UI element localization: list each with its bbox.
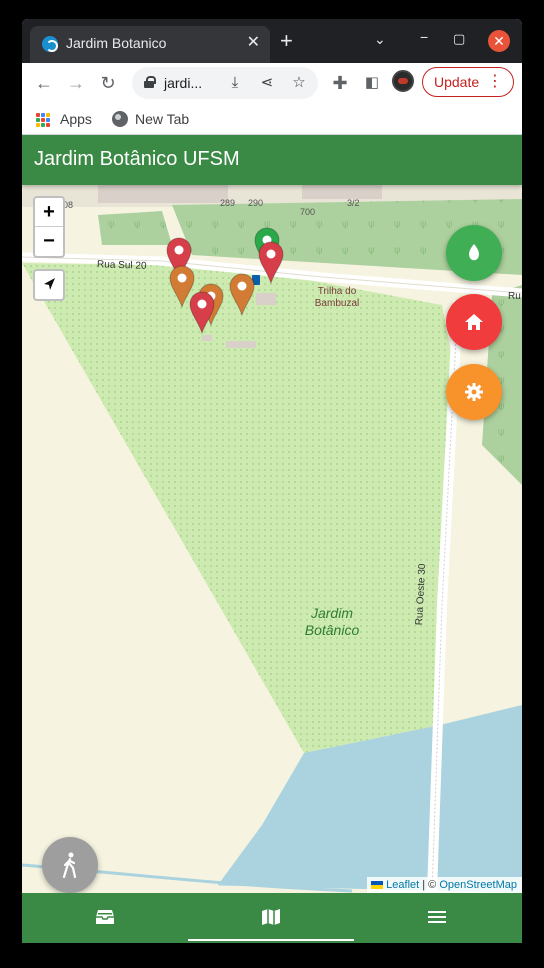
gear-icon [465, 383, 483, 401]
tab-strip: Jardim Botanico ✕ + ⌄ − ▢ ✕ [22, 19, 522, 63]
map-attribution: Leaflet | © OpenStreetMap [367, 877, 522, 893]
browser-toolbar: ← → ↻ jardi... ⤓ ⋖ ☆ ✚ ◧ Update ⋮ [22, 63, 522, 103]
osm-link[interactable]: OpenStreetMap [439, 879, 517, 891]
walking-person-icon [62, 852, 77, 879]
map-icon [262, 909, 280, 925]
update-button[interactable]: Update ⋮ [422, 67, 514, 97]
back-icon[interactable]: ← [32, 71, 56, 95]
browser-tab[interactable]: Jardim Botanico ✕ [30, 26, 270, 63]
url-text: jardi... [164, 75, 203, 91]
globe-icon [112, 111, 128, 127]
share-icon[interactable]: ⋖ [256, 72, 278, 94]
ukraine-flag-icon [371, 881, 384, 889]
forward-icon[interactable]: → [64, 71, 88, 95]
home-icon [465, 314, 483, 330]
marker-layer [166, 227, 284, 335]
new-tab-button[interactable]: + [280, 28, 293, 54]
map-marker-red[interactable] [189, 291, 215, 335]
walking-mode-button[interactable] [42, 837, 98, 893]
plant-fab[interactable] [446, 225, 502, 281]
bookmark-new-tab[interactable]: New Tab [135, 109, 189, 129]
reload-icon[interactable]: ↻ [96, 71, 120, 95]
minimize-icon[interactable]: − [420, 25, 428, 49]
nav-inbox[interactable] [22, 893, 188, 943]
zoom-control: + − [33, 196, 65, 258]
settings-fab[interactable] [446, 364, 502, 420]
attribution-separator: | © [419, 879, 440, 891]
tab-close-icon[interactable]: ✕ [247, 33, 260, 53]
map-marker-orange[interactable] [229, 273, 255, 317]
park-label-line: Jardim [310, 605, 353, 621]
app-title: Jardim Botânico UFSM [34, 148, 240, 170]
park-label-line: Botânico [304, 622, 360, 638]
apps-grid-icon[interactable] [36, 113, 50, 127]
home-fab[interactable] [446, 294, 502, 350]
tab-search-icon[interactable]: ⌄ [374, 27, 386, 51]
install-icon[interactable]: ⤓ [224, 72, 246, 94]
tab-title: Jardim Botanico [66, 35, 167, 51]
extensions-icon[interactable]: ✚ [328, 71, 352, 95]
browser-window: Jardim Botanico ✕ + ⌄ − ▢ ✕ ← → ↻ jardi.… [22, 19, 522, 943]
park-label: Jardim Botânico [292, 605, 372, 639]
lock-icon [144, 76, 156, 88]
navigation-arrow-icon [44, 278, 55, 290]
address-bar[interactable]: jardi... ⤓ ⋖ ☆ [132, 67, 318, 99]
bookmarks-bar: Apps New Tab [22, 103, 522, 135]
profile-avatar[interactable] [392, 70, 414, 92]
inbox-icon [96, 910, 114, 924]
side-panel-icon[interactable]: ◧ [360, 71, 384, 95]
site-favicon-icon [42, 36, 58, 52]
zoom-in-button[interactable]: + [35, 198, 63, 227]
bookmark-star-icon[interactable]: ☆ [288, 72, 310, 94]
leaflet-link[interactable]: Leaflet [386, 879, 419, 891]
leaf-icon [469, 244, 479, 261]
map-view[interactable]: ψ [22, 185, 522, 893]
bottom-navigation [22, 893, 522, 943]
update-label: Update [434, 74, 480, 90]
app-header: Jardim Botânico UFSM [22, 135, 522, 185]
bookmark-apps[interactable]: Apps [60, 109, 92, 129]
map-marker-red[interactable] [258, 241, 284, 285]
maximize-icon[interactable]: ▢ [453, 27, 465, 51]
window-close-icon[interactable]: ✕ [488, 30, 510, 52]
locate-button[interactable] [33, 269, 65, 301]
nav-map[interactable] [188, 893, 354, 943]
nav-menu[interactable] [354, 893, 520, 943]
more-menu-icon[interactable]: ⋮ [487, 68, 503, 96]
menu-icon [428, 911, 446, 923]
zoom-out-button[interactable]: − [35, 227, 63, 256]
